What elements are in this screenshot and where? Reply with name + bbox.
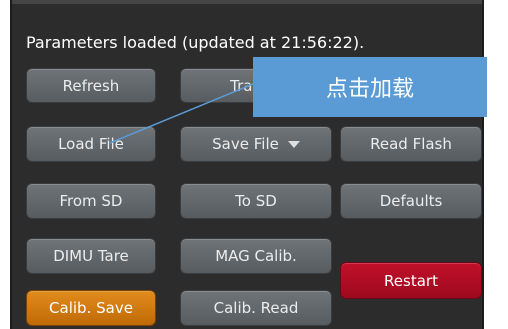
save-file-button[interactable]: Save File <box>180 126 332 162</box>
restart-button[interactable]: Restart <box>340 262 482 299</box>
annotation-callout: 点击加载 <box>253 57 487 117</box>
load-file-button[interactable]: Load File <box>26 126 156 162</box>
read-flash-button[interactable]: Read Flash <box>340 126 482 162</box>
status-text: Parameters loaded (updated at 21:56:22). <box>26 33 365 52</box>
panel-top-border <box>12 0 482 4</box>
from-sd-button[interactable]: From SD <box>26 183 156 219</box>
refresh-button[interactable]: Refresh <box>26 68 156 103</box>
dimu-tare-button[interactable]: DIMU Tare <box>26 238 156 274</box>
calib-save-button[interactable]: Calib. Save <box>26 290 156 326</box>
defaults-button[interactable]: Defaults <box>340 183 482 219</box>
calib-read-button[interactable]: Calib. Read <box>180 290 332 326</box>
caret-down-icon[interactable] <box>287 140 300 148</box>
parameters-panel: Parameters loaded (updated at 21:56:22).… <box>10 0 484 329</box>
to-sd-button[interactable]: To SD <box>180 183 332 219</box>
save-file-label: Save File <box>212 135 279 153</box>
mag-calib-button[interactable]: MAG Calib. <box>180 238 332 274</box>
